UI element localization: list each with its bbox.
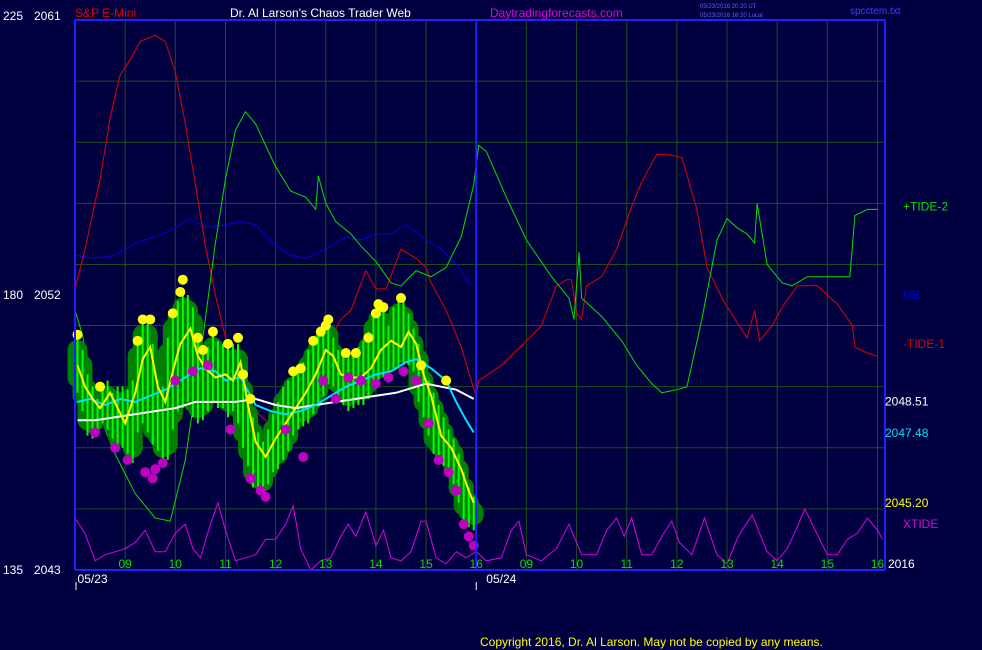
high-dot (145, 314, 156, 325)
low-dot (157, 458, 168, 469)
high-dot (238, 369, 249, 380)
data-file-name: spcctem.txt (850, 6, 901, 17)
date-label: 05/23 (78, 572, 108, 586)
low-dot (443, 467, 454, 478)
left-axis-label: 225 (3, 9, 23, 23)
high-dot (233, 332, 244, 343)
x-tick-label: 12 (670, 557, 684, 571)
legend-tide-minus: -TIDE-1 (903, 337, 945, 351)
high-dot (323, 314, 334, 325)
low-dot (202, 360, 213, 371)
chaos-chart: 225 2061 180 2052 135 2043 09 10 11 12 13 14 15 16 09 1… (0, 0, 982, 650)
high-dot (416, 360, 427, 371)
high-dot (308, 335, 319, 346)
high-dot (363, 332, 374, 343)
high-dot (340, 348, 351, 359)
price-level-label: 2047.48 (885, 426, 929, 440)
low-dot (225, 424, 236, 435)
x-tick-label: 13 (319, 557, 333, 571)
low-dot (330, 393, 341, 404)
low-dot (463, 531, 474, 542)
low-dot (433, 455, 444, 465)
high-dot (222, 338, 233, 349)
low-dot (298, 451, 309, 462)
low-dot (187, 366, 198, 377)
price-level-label: 2048.51 (885, 395, 929, 409)
low-dot (280, 424, 291, 435)
x-tick-label: 10 (570, 557, 584, 571)
low-dot (458, 519, 469, 530)
legend-tide-plus: +TIDE-2 (903, 199, 948, 213)
low-dot (398, 366, 409, 377)
x-tick-label: 16 (871, 557, 885, 571)
low-dot (383, 372, 394, 383)
symbol-label: S&P E-Mini (75, 6, 136, 20)
x-tick-label: 12 (269, 557, 283, 571)
chart-title: Dr. Al Larson's Chaos Trader Web (230, 6, 411, 20)
low-dot (451, 485, 462, 496)
high-dot (95, 381, 106, 392)
low-dot (260, 491, 271, 502)
copyright-notice: Copyright 2016, Dr. Al Larson. May not b… (480, 635, 823, 649)
low-dot (318, 375, 329, 386)
low-dot (122, 455, 133, 465)
high-dot (350, 348, 361, 359)
x-tick-label: 14 (369, 557, 383, 571)
x-tick-label: 14 (770, 557, 784, 571)
timestamp-ut: 05/23/2016 20:20 UT (700, 4, 757, 10)
x-tick-label: 13 (720, 557, 734, 571)
low-dot (147, 473, 158, 484)
legend-ub: UB (903, 288, 920, 302)
left-axis-label: 135 (3, 563, 23, 577)
legend-xtide: XTIDE (903, 517, 938, 531)
x-tick-label: 11 (219, 557, 232, 571)
low-dot (170, 375, 181, 386)
left-axis-label: 180 (3, 288, 23, 302)
price-level-label: 2045.20 (885, 496, 929, 510)
low-dot (343, 372, 354, 383)
timestamp-local: 05/23/2016 16:20 Local (700, 13, 763, 19)
left-axis-price: 2052 (34, 288, 61, 302)
year-label: 2016 (888, 557, 915, 571)
left-axis-price: 2043 (34, 563, 61, 577)
left-axis-price: 2061 (34, 9, 61, 23)
low-dot (90, 427, 101, 438)
x-tick-label: 16 (470, 557, 484, 571)
x-tick-label: 11 (620, 557, 633, 571)
high-dot (197, 345, 208, 355)
x-tick-label: 15 (419, 557, 433, 571)
high-dot (396, 293, 407, 304)
low-dot (355, 375, 366, 386)
low-dot (370, 378, 381, 389)
x-tick-label: 10 (169, 557, 183, 571)
low-dot (423, 418, 434, 429)
x-tick-label: 09 (118, 557, 132, 571)
date-label: 05/24 (486, 572, 516, 586)
high-dot (175, 286, 186, 297)
high-dot (245, 393, 256, 404)
high-dot (192, 332, 203, 343)
high-dot (378, 302, 389, 313)
low-dot (411, 375, 422, 386)
high-dot (441, 375, 452, 386)
high-dot (132, 335, 143, 346)
high-dot (177, 274, 188, 285)
x-tick-label: 09 (520, 557, 534, 571)
high-dot (295, 363, 306, 374)
x-tick-label: 15 (821, 557, 835, 571)
low-dot (245, 473, 256, 484)
site-link[interactable]: Daytradingforecasts.com (490, 6, 623, 20)
low-dot (110, 442, 121, 453)
high-dot (207, 326, 218, 337)
high-dot (167, 308, 178, 319)
